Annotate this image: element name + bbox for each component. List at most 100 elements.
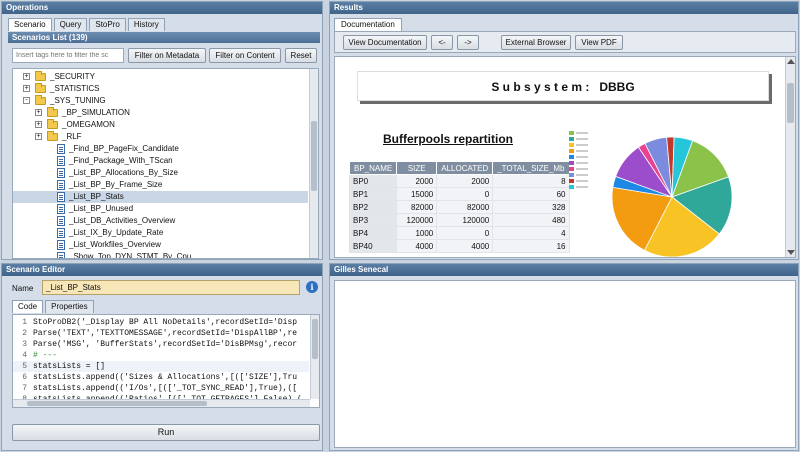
line-number: 3 — [22, 340, 27, 349]
gilles-title: Gilles Senecal — [330, 264, 798, 276]
table-cell: 120000 — [436, 213, 494, 227]
tree-scenario-item[interactable]: _Show_Top_DYN_STMT_By_Cpu — [13, 251, 308, 258]
code-hscrollbar-thumb[interactable] — [27, 401, 207, 406]
code-text: Parse('TEXT','TEXTTOMESSAGE',recordSetId… — [33, 329, 298, 338]
code-scrollbar[interactable] — [310, 315, 319, 399]
tree-folder[interactable]: + _STATISTICS — [13, 83, 308, 95]
document-icon — [57, 180, 65, 190]
legend-line — [576, 144, 588, 146]
table-cell: 4 — [492, 226, 570, 240]
external-browser-button[interactable]: External Browser — [501, 35, 571, 50]
tree-scenario-item[interactable]: _List_IX_By_Update_Rate — [13, 227, 308, 239]
doc-scrollbar-thumb[interactable] — [787, 83, 794, 123]
collapse-icon[interactable]: - — [23, 97, 30, 104]
folder-icon — [47, 119, 58, 129]
folder-icon — [47, 131, 58, 141]
document-icon — [57, 156, 65, 166]
filter-tags-input[interactable] — [12, 48, 124, 63]
code-scrollbar-thumb[interactable] — [312, 319, 318, 359]
filter-metadata-button[interactable]: Filter on Metadata — [128, 48, 206, 63]
table-cell: 480 — [492, 213, 570, 227]
tab-code[interactable]: Code — [12, 300, 44, 313]
tree-folder[interactable]: + _RLF — [13, 131, 308, 143]
line-number: 4 — [22, 351, 27, 360]
results-panel: Results Documentation View Documentation… — [329, 1, 799, 260]
tree-scenario-item[interactable]: _List_Workfiles_Overview — [13, 239, 308, 251]
code-text: # --- — [33, 351, 58, 360]
code-text: statsLists = [] — [33, 362, 106, 371]
tree-scrollbar[interactable] — [309, 69, 318, 258]
legend-swatch — [569, 143, 574, 147]
table-row: BP0 2000 2000 8 — [348, 174, 570, 188]
tab-history[interactable]: History — [127, 18, 165, 31]
legend-line — [576, 162, 588, 164]
document-icon — [57, 192, 65, 202]
expand-icon[interactable]: + — [23, 85, 30, 92]
operations-panel: Operations Scenario Query StoPro History… — [1, 1, 323, 260]
tree-scenario-item[interactable]: _Find_Package_With_TScan — [13, 155, 308, 167]
run-button[interactable]: Run — [12, 424, 320, 441]
expand-icon[interactable]: + — [35, 109, 42, 116]
tree-scenario-item[interactable]: _Find_BP_PageFix_Candidate — [13, 143, 308, 155]
view-documentation-button[interactable]: View Documentation — [343, 35, 427, 50]
tree-scenario-item[interactable]: _List_BP_Allocations_By_Size — [13, 167, 308, 179]
doc-scroll-up-icon[interactable] — [787, 59, 795, 64]
table-cell: 82000 — [396, 200, 438, 214]
scenario-name-field[interactable]: _List_BP_Stats — [42, 280, 300, 295]
table-cell: 8 — [492, 174, 570, 188]
tab-scenario[interactable]: Scenario — [8, 18, 52, 31]
tab-properties[interactable]: Properties — [45, 300, 94, 313]
results-toolbar: View Documentation <- -> External Browse… — [334, 31, 796, 53]
legend-swatch — [569, 155, 574, 159]
tree-scenario-item[interactable]: _List_BP_Unused — [13, 203, 308, 215]
tree-item-label: _List_DB_Activities_Overview — [69, 216, 176, 225]
line-number: 5 — [22, 362, 27, 371]
tree-scrollbar-thumb[interactable] — [311, 121, 317, 191]
tree-folder[interactable]: + _SECURITY — [13, 71, 308, 83]
code-text: statsLists.append(('I/Os',[(['_TOT_SYNC_… — [33, 384, 298, 393]
doc-scrollbar[interactable] — [785, 57, 795, 257]
back-button[interactable]: <- — [431, 35, 453, 50]
info-icon[interactable]: i — [306, 281, 318, 293]
tree-folder[interactable]: - _SYS_TUNING — [13, 95, 308, 107]
legend-swatch — [569, 179, 574, 183]
tab-query[interactable]: Query — [53, 18, 88, 31]
code-hscrollbar[interactable] — [13, 399, 310, 407]
doc-scroll-down-icon[interactable] — [787, 250, 795, 255]
code-text: statsLists.append(('Sizes & Allocations'… — [33, 373, 298, 382]
filter-content-button[interactable]: Filter on Content — [209, 48, 281, 63]
legend-line — [576, 180, 588, 182]
table-cell: 1000 — [396, 226, 438, 240]
expand-icon[interactable]: + — [23, 73, 30, 80]
table-header: SIZE — [396, 161, 438, 175]
table-row: BP3 120000 120000 480 — [348, 213, 570, 227]
line-number: 7 — [22, 384, 27, 393]
view-pdf-button[interactable]: View PDF — [575, 35, 623, 50]
tree-folder[interactable]: + _BP_SIMULATION — [13, 107, 308, 119]
tree-scenario-item[interactable]: _List_BP_By_Frame_Size — [13, 179, 308, 191]
table-row: BP40 4000 4000 16 — [348, 239, 570, 253]
tree-item-label: _List_BP_Stats — [69, 192, 124, 201]
tree-scenario-item[interactable]: _List_DB_Activities_Overview — [13, 215, 308, 227]
legend-swatch — [569, 161, 574, 165]
forward-button[interactable]: -> — [457, 35, 479, 50]
tab-stopro[interactable]: StoPro — [89, 18, 126, 31]
expand-icon[interactable]: + — [35, 133, 42, 140]
tree-item-label: _STATISTICS — [50, 84, 100, 93]
document-icon — [57, 240, 65, 250]
code-line: 5 statsLists = [] — [13, 361, 309, 372]
tree-folder[interactable]: + _OMEGAMON — [13, 119, 308, 131]
tree-scenario-item[interactable]: _List_BP_Stats — [13, 191, 308, 203]
reset-button[interactable]: Reset — [285, 48, 317, 63]
table-cell: BP3 — [348, 213, 398, 227]
tab-documentation[interactable]: Documentation — [334, 18, 402, 31]
legend-swatch — [569, 131, 574, 135]
expand-icon[interactable]: + — [35, 121, 42, 128]
document-icon — [57, 144, 65, 154]
code-line: 4 # --- — [13, 350, 309, 361]
scenarios-list-title: Scenarios List (139) — [8, 32, 320, 43]
table-header: ALLOCATED — [436, 161, 494, 175]
tree-item-label: _SECURITY — [50, 72, 95, 81]
code-editor[interactable]: 1 StoProDB2('_Display BP All NoDetails',r… — [12, 314, 320, 408]
legend-swatch — [569, 185, 574, 189]
